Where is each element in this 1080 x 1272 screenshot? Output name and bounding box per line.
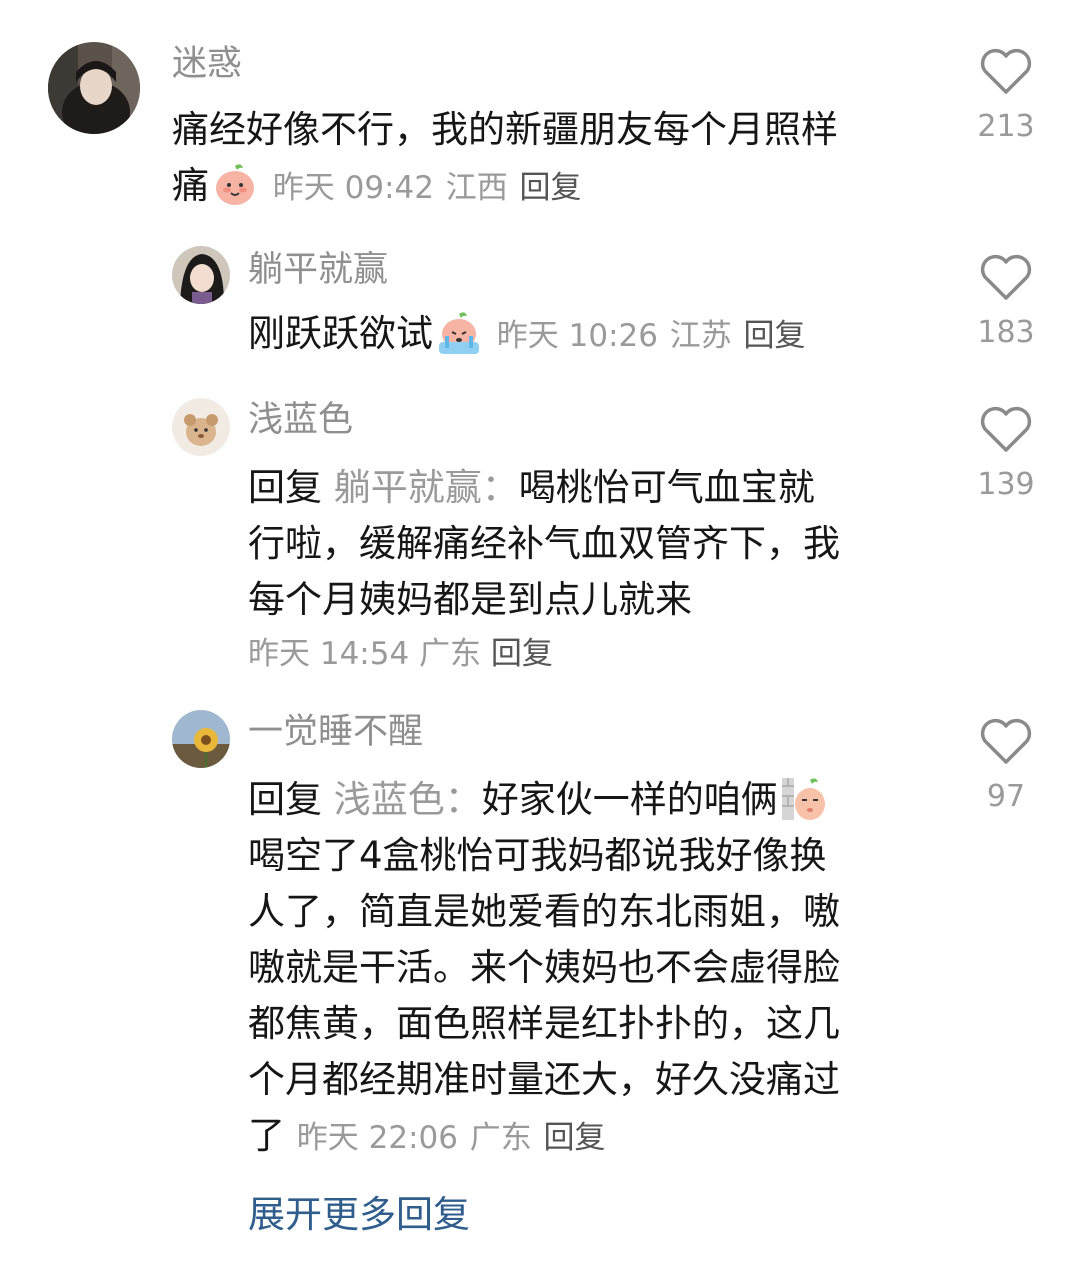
reply-button[interactable]: 回复 [544, 1120, 606, 1156]
comment-text-line: 人了，简直是她爱看的东北雨姐，嗷 [248, 890, 840, 933]
comment-text-line: 痛 [172, 164, 209, 207]
user-avatar-image [172, 398, 230, 456]
comment-time: 昨天 14:54 [248, 636, 410, 672]
crying-peach-emoji-icon [435, 308, 483, 356]
comment-text-line: 喝空了4盒桃怡可我妈都说我好像换 [248, 834, 827, 877]
comment-location: 江苏 [669, 318, 732, 354]
reply-button[interactable]: 回复 [491, 636, 553, 672]
reply-button[interactable]: 回复 [520, 170, 582, 206]
heart-icon [980, 254, 1032, 300]
expand-more-replies-button[interactable]: 展开更多回复 [248, 1190, 470, 1240]
like-count: 139 [977, 467, 1035, 502]
reply-prefix: 回复 [248, 778, 322, 821]
comment-text-line: 嗷就是干活。来个姨妈也不会虚得脸 [248, 946, 840, 989]
comment-text-line: 了 [248, 1114, 285, 1157]
like-button[interactable]: 183 [966, 254, 1046, 350]
comment-text-line: 好家伙一样的咱俩 [481, 778, 778, 821]
heart-icon [980, 48, 1032, 94]
comment-text-line: 刚跃跃欲试 [248, 312, 433, 355]
comment-location: 江西 [445, 170, 508, 206]
comment-username[interactable]: 一觉睡不醒 [248, 712, 423, 752]
comment-text: 痛经好像不行，我的新疆朋友每个月照样 痛 昨天 09:42 江西 回复 [172, 102, 932, 216]
user-avatar-image [172, 710, 230, 768]
comment-text-line: 行啦，缓解痛经补气血双管齐下，我 [248, 522, 840, 565]
comment-meta: 昨天 14:54 广东 回复 [248, 626, 553, 682]
like-count: 213 [977, 109, 1035, 144]
comment-text-line: 都焦黄，面色照样是红扑扑的，这几 [248, 1002, 840, 1045]
reply-button[interactable]: 回复 [744, 318, 806, 354]
avatar[interactable] [172, 398, 230, 456]
heart-icon [980, 406, 1032, 452]
comment-text: 刚跃跃欲试 昨天 10:26 江苏 回复 [248, 306, 948, 364]
avatar[interactable] [172, 246, 230, 304]
avatar[interactable] [172, 710, 230, 768]
avatar[interactable] [48, 42, 140, 134]
comment-username[interactable]: 迷惑 [172, 44, 242, 84]
comment-text-line: 痛经好像不行，我的新疆朋友每个月照样 [172, 108, 838, 151]
heart-icon [980, 718, 1032, 764]
smiling-peach-emoji-icon [211, 160, 259, 208]
comment-username[interactable]: 浅蓝色 [248, 400, 353, 440]
like-button[interactable]: 97 [966, 718, 1046, 814]
like-count: 97 [986, 779, 1026, 814]
comment-text: 回复 浅蓝色：好家伙一样的咱俩 喝空了4盒桃怡可我妈都说我好像换 人了，简直是她… [248, 772, 948, 1166]
comment-username[interactable]: 躺平就赢 [248, 250, 388, 290]
comment-time: 昨天 10:26 [496, 318, 658, 354]
reply-prefix: 回复 [248, 466, 322, 509]
reply-target-username[interactable]: 浅蓝色： [334, 778, 482, 821]
comment-time: 昨天 09:42 [272, 170, 434, 206]
comment-location: 广东 [419, 636, 482, 672]
reply-target-username[interactable]: 躺平就赢： [334, 466, 519, 509]
comment-time: 昨天 22:06 [296, 1120, 458, 1156]
like-button[interactable]: 139 [966, 406, 1046, 502]
comment-text-line: 每个月姨妈都是到点儿就来 [248, 578, 692, 621]
user-avatar-image [172, 246, 230, 304]
like-count: 183 [977, 315, 1035, 350]
comment-text-line: 个月都经期准时量还大，好久没痛过 [248, 1058, 840, 1101]
comment-text: 回复 躺平就赢：喝桃怡可气血宝就 行啦，缓解痛经补气血双管齐下，我 每个月姨妈都… [248, 460, 948, 628]
like-button[interactable]: 213 [966, 48, 1046, 144]
user-avatar-image [48, 42, 140, 134]
comment-text-line: 喝桃怡可气血宝就 [518, 466, 815, 509]
comment-location: 广东 [469, 1120, 532, 1156]
peeking-peach-emoji-icon [780, 774, 828, 822]
